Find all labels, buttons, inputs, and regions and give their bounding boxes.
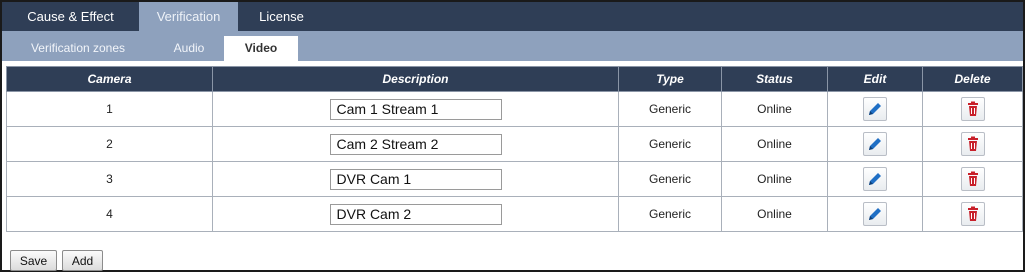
table-row: 4 Generic Online: [6, 196, 1023, 232]
type-cell: Generic: [618, 91, 722, 127]
trash-icon: [967, 206, 978, 221]
camera-table: Camera Description Type Status Edit Dele…: [6, 66, 1023, 232]
type-cell: Generic: [618, 196, 722, 232]
trash-icon: [967, 136, 978, 151]
col-header-description: Description: [212, 66, 619, 92]
trash-icon: [967, 171, 978, 186]
sub-tab-bar: Verification zones Audio Video: [2, 31, 1023, 61]
delete-cell: [922, 196, 1023, 232]
pencil-icon: [869, 103, 881, 115]
table-row: 1 Generic Online: [6, 91, 1023, 127]
subtab-verification-zones[interactable]: Verification zones: [2, 36, 154, 61]
delete-cell: [922, 126, 1023, 162]
col-header-status: Status: [721, 66, 828, 92]
pencil-icon: [869, 208, 881, 220]
edit-button[interactable]: [863, 202, 887, 226]
col-header-delete: Delete: [922, 66, 1023, 92]
trash-icon: [967, 101, 978, 116]
description-cell: [212, 196, 619, 232]
status-cell: Online: [721, 196, 828, 232]
top-tab-bar: Cause & Effect Verification License: [2, 2, 1023, 31]
delete-cell: [922, 161, 1023, 197]
description-input[interactable]: [329, 203, 502, 225]
subtab-video[interactable]: Video: [224, 36, 298, 61]
delete-button[interactable]: [960, 132, 985, 156]
delete-button[interactable]: [960, 97, 985, 121]
description-input[interactable]: [329, 168, 502, 190]
col-header-camera: Camera: [6, 66, 213, 92]
delete-button[interactable]: [960, 202, 985, 226]
table-row: 2 Generic Online: [6, 126, 1023, 162]
edit-cell: [827, 161, 923, 197]
type-cell: Generic: [618, 126, 722, 162]
status-cell: Online: [721, 126, 828, 162]
col-header-edit: Edit: [827, 66, 923, 92]
camera-number: 4: [6, 196, 213, 232]
edit-button[interactable]: [863, 167, 887, 191]
delete-button[interactable]: [960, 167, 985, 191]
edit-button[interactable]: [863, 132, 887, 156]
type-cell: Generic: [618, 161, 722, 197]
tab-cause-effect[interactable]: Cause & Effect: [2, 2, 139, 31]
edit-cell: [827, 126, 923, 162]
tab-verification[interactable]: Verification: [139, 2, 238, 31]
camera-number: 3: [6, 161, 213, 197]
description-cell: [212, 126, 619, 162]
edit-cell: [827, 91, 923, 127]
save-button[interactable]: Save: [10, 250, 57, 271]
description-cell: [212, 161, 619, 197]
pencil-icon: [869, 173, 881, 185]
table-header-row: Camera Description Type Status Edit Dele…: [6, 66, 1023, 92]
edit-cell: [827, 196, 923, 232]
status-cell: Online: [721, 91, 828, 127]
status-cell: Online: [721, 161, 828, 197]
tab-license[interactable]: License: [238, 2, 325, 31]
camera-number: 1: [6, 91, 213, 127]
table-row: 3 Generic Online: [6, 161, 1023, 197]
col-header-type: Type: [618, 66, 722, 92]
camera-number: 2: [6, 126, 213, 162]
delete-cell: [922, 91, 1023, 127]
description-input[interactable]: [329, 98, 502, 120]
add-button[interactable]: Add: [62, 250, 103, 271]
edit-button[interactable]: [863, 97, 887, 121]
description-input[interactable]: [329, 133, 502, 155]
description-cell: [212, 91, 619, 127]
subtab-audio[interactable]: Audio: [154, 36, 224, 61]
app-frame: Cause & Effect Verification License Veri…: [0, 0, 1025, 272]
pencil-icon: [869, 138, 881, 150]
